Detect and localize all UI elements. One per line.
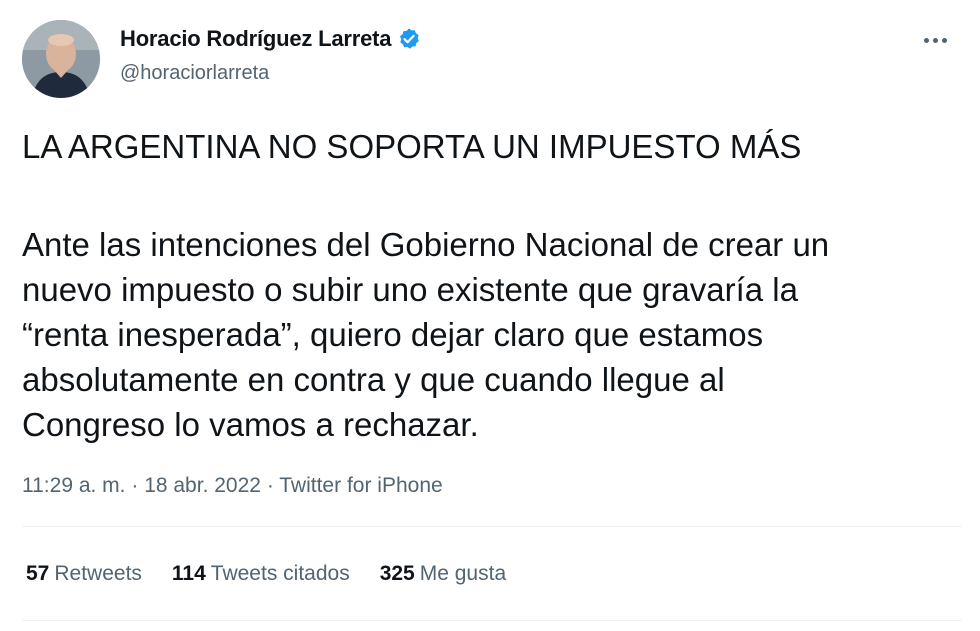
more-options-icon[interactable] bbox=[918, 28, 952, 52]
tweet-stats: 57 Retweets 114 Tweets citados 325 Me gusta bbox=[26, 562, 536, 586]
tweet-body-line: Ante las intenciones del Gobierno Nacion… bbox=[22, 226, 830, 263]
likes-label: Me gusta bbox=[419, 562, 507, 585]
tweet-body-line: nuevo impuesto o subir uno existente que… bbox=[22, 271, 798, 308]
tweet-body-line: absolutamente en contra y que cuando lle… bbox=[22, 361, 725, 398]
divider bbox=[22, 620, 962, 621]
avatar[interactable] bbox=[22, 20, 100, 98]
tweet-body: Ante las intenciones del Gobierno Nacion… bbox=[22, 222, 962, 447]
meta-separator: · bbox=[266, 474, 280, 497]
likes-stat[interactable]: 325 Me gusta bbox=[380, 562, 506, 586]
author-name[interactable]: Horacio Rodríguez Larreta bbox=[120, 26, 391, 52]
retweets-stat[interactable]: 57 Retweets bbox=[26, 562, 142, 586]
tweet-source[interactable]: Twitter for iPhone bbox=[279, 474, 442, 497]
retweets-count: 57 bbox=[26, 562, 50, 585]
tweet-headline: LA ARGENTINA NO SOPORTA UN IMPUESTO MÁS bbox=[22, 128, 802, 165]
author-name-row: Horacio Rodríguez Larreta bbox=[120, 26, 421, 52]
verified-badge-icon bbox=[397, 27, 421, 51]
retweets-label: Retweets bbox=[54, 562, 142, 585]
avatar-photo bbox=[22, 20, 100, 98]
likes-count: 325 bbox=[379, 562, 415, 585]
tweet-body-line: Congreso lo vamos a rechazar. bbox=[22, 406, 479, 443]
divider bbox=[22, 526, 962, 527]
quote-tweets-stat[interactable]: 114 Tweets citados bbox=[172, 562, 350, 586]
author-handle[interactable]: @horaciorlarreta bbox=[120, 62, 269, 85]
tweet-time[interactable]: 11:29 a. m. bbox=[22, 474, 126, 497]
tweet-card: Horacio Rodríguez Larreta @horaciorlarre… bbox=[0, 0, 980, 631]
tweet-meta: 11:29 a. m. · 18 abr. 2022 · Twitter for… bbox=[22, 474, 443, 498]
quote-tweets-count: 114 bbox=[171, 562, 206, 585]
meta-separator: · bbox=[131, 474, 145, 497]
quote-tweets-label: Tweets citados bbox=[210, 562, 350, 585]
tweet-body-line: “renta inesperada”, quiero dejar claro q… bbox=[22, 316, 764, 353]
tweet-date[interactable]: 18 abr. 2022 bbox=[144, 474, 261, 497]
